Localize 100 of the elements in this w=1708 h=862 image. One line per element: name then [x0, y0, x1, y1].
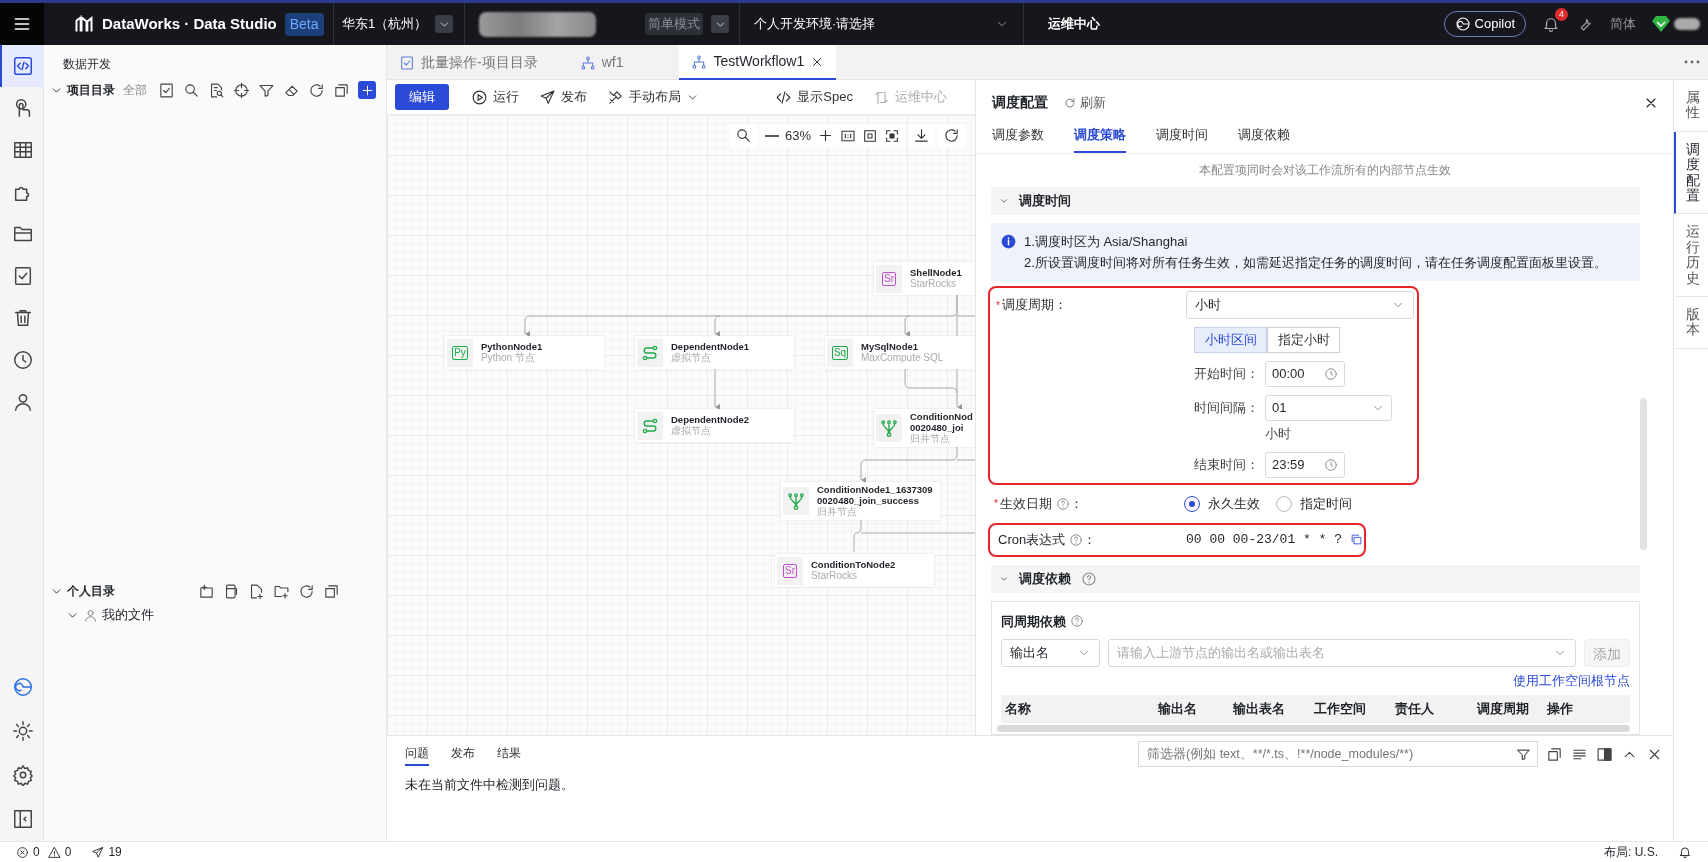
environment-selector[interactable]: 个人开发环境·请选择 [754, 14, 876, 34]
label-colon: ： [1083, 530, 1097, 549]
ops-center-link[interactable]: 运维中心 [1048, 14, 1100, 34]
segment-option[interactable]: 指定小时 [1267, 327, 1340, 353]
node-type: StarRocks [811, 570, 859, 582]
column-header: 输出名 [1157, 699, 1198, 718]
interval-select[interactable]: 01 [1265, 395, 1392, 421]
toolbar-button[interactable]: 发布 [533, 85, 593, 109]
field-label: 调度周期： [1001, 297, 1067, 313]
section-title[interactable]: 个人目录 [67, 582, 115, 600]
column-header: 调度周期 [1475, 699, 1530, 718]
node-title: DependentNode2 [671, 414, 750, 425]
column-header: 输出表名 [1232, 699, 1286, 718]
node-type: MaxCompute SQL [861, 352, 944, 364]
type-select[interactable]: 输出名 [1001, 639, 1100, 667]
segment-option[interactable]: 小时区间 [1194, 327, 1267, 353]
node-type-icon: Py [452, 345, 468, 360]
section-header[interactable]: 调度依赖 [991, 564, 1640, 593]
workflow-node[interactable]: Sr ConditionToNode2 StarRocks [775, 554, 934, 587]
region-label: 华东1（杭州） [342, 15, 428, 34]
card-title: 同周期依赖 [1001, 612, 1066, 631]
toolbar-button[interactable]: 运行 [465, 85, 525, 109]
info-text: 2.所设置调度时间将对所有任务生效，如需延迟指定任务的调度时间，请在任务调度配置面板里设置。 [1024, 254, 1607, 272]
panel-tab[interactable]: 问题 [405, 742, 429, 766]
config-tab[interactable]: 调度参数 [992, 119, 1044, 153]
error-count[interactable]: 0 [33, 843, 40, 861]
config-tab[interactable]: 调度时间 [1156, 119, 1208, 153]
node-title: ConditionToNode2 [811, 559, 896, 570]
column-header: 操作 [1546, 699, 1574, 718]
workflow-node[interactable]: ConditionNode1_1637309 0020480_join_success 归并节点 [781, 482, 940, 520]
cron-expression: 00 00 00-23/01 * * ? [1186, 530, 1343, 549]
column-header: 工作空间 [1313, 699, 1367, 718]
panel-tab[interactable]: 发布 [451, 742, 475, 766]
node-type: 虚拟节点 [671, 352, 711, 364]
editor-tab[interactable]: wf1 [567, 45, 636, 80]
node-type: StarRocks [910, 278, 958, 290]
app-title: DataWorks · Data Studio [102, 13, 277, 34]
toolbar-button[interactable]: 显示Spec [769, 85, 859, 109]
node-type: 虚拟节点 [671, 425, 711, 437]
language-link[interactable]: 简体 [1610, 14, 1636, 34]
required-mark: * [996, 300, 1000, 312]
problems-message: 未在当前文件中检测到问题。 [405, 777, 574, 792]
unit-label: 小时 [1265, 426, 1291, 441]
workflow-node[interactable]: DependentNode1 虚拟节点 [635, 336, 794, 369]
node-title: ShellNode1 [910, 267, 962, 278]
filter-field[interactable]: 筛选器(例如 text、**/*.ts、!**/node_modules/**) [1138, 741, 1538, 767]
time-field[interactable]: 00:00 [1265, 361, 1345, 387]
editor-tab[interactable]: TestWorkflow1 [679, 45, 837, 80]
time-field[interactable]: 23:59 [1265, 451, 1345, 478]
panel-title: 调度配置 [992, 93, 1048, 112]
tree-item[interactable]: 我的文件 [102, 605, 154, 625]
warning-count[interactable]: 0 [64, 843, 72, 861]
section-title: 调度时间 [1019, 192, 1071, 211]
toolbar-button[interactable]: 编辑 [395, 84, 449, 110]
label-colon: ： [1069, 494, 1083, 513]
workflow-node[interactable]: Py PythonNode1 Python 节点 [445, 336, 604, 369]
cycle-select[interactable]: 小时 [1186, 291, 1414, 319]
node-type-icon: Sq [831, 345, 849, 360]
info-text: 1.调度时区为 Asia/Shanghai [1024, 233, 1189, 251]
node-title: DependentNode1 [671, 341, 750, 352]
field-label: 生效日期 [999, 494, 1052, 513]
config-tab[interactable]: 调度依赖 [1238, 119, 1290, 153]
root-node-link[interactable]: 使用工作空间根节点 [1513, 673, 1630, 688]
radio-option[interactable]: 永久生效 [1184, 493, 1260, 514]
panel-tab[interactable]: 结果 [497, 742, 521, 766]
radio-option[interactable]: 指定时间 [1276, 493, 1352, 514]
refresh-button[interactable]: 刷新 [1064, 92, 1106, 113]
workflow-node[interactable]: Sr ShellNode1 StarRocks [874, 262, 975, 295]
field-label: Cron表达式 [998, 530, 1066, 549]
notice-text: 本配置项同时会对该工作流所有的内部节点生效 [1198, 162, 1451, 177]
field-label: 时间间隔： [1194, 399, 1260, 418]
node-title: ConditionNod 0020480_joi [910, 411, 973, 433]
node-type-icon: Sr [882, 271, 896, 286]
sidebar-title: 数据开发 [63, 57, 111, 71]
node-type: Python 节点 [481, 352, 535, 364]
column-header: 责任人 [1394, 699, 1435, 718]
workflow-node[interactable]: DependentNode2 虚拟节点 [635, 409, 794, 442]
section-title[interactable]: 项目目录 [67, 81, 115, 99]
config-tab[interactable]: 调度策略 [1074, 119, 1126, 153]
node-title: PythonNode1 [481, 341, 543, 352]
field-label: 开始时间： [1194, 365, 1260, 384]
layout-label[interactable]: 布局: U.S. [1604, 843, 1658, 861]
filter-label[interactable]: 全部 [123, 81, 147, 99]
node-type-icon: Sr [783, 563, 797, 578]
node-type: 归并节点 [817, 506, 857, 518]
required-mark: * [994, 497, 998, 511]
side-tab[interactable]: 调度配置 [1674, 131, 1708, 215]
node-title: ConditionNode1_1637309 0020480_join_success [817, 484, 933, 506]
editor-tab[interactable]: 批量操作-项目目录 [387, 45, 550, 80]
zoom-level: 63% [784, 127, 811, 145]
node-title: MySqlNode1 [861, 341, 919, 352]
field-label: 结束时间： [1194, 455, 1260, 474]
publish-count[interactable]: 19 [108, 843, 122, 861]
column-header: 名称 [1004, 699, 1032, 718]
mode-label: 简单模式 [645, 12, 703, 36]
section-title: 调度依赖 [1019, 569, 1071, 588]
section-header[interactable]: 调度时间 [991, 187, 1640, 215]
workflow-node[interactable]: ConditionNod 0020480_joi 归并节点 [874, 409, 975, 447]
workflow-node[interactable]: Sq MySqlNode1 MaxCompute SQL [825, 336, 975, 369]
toolbar-button[interactable]: 手动布局 [601, 85, 705, 109]
